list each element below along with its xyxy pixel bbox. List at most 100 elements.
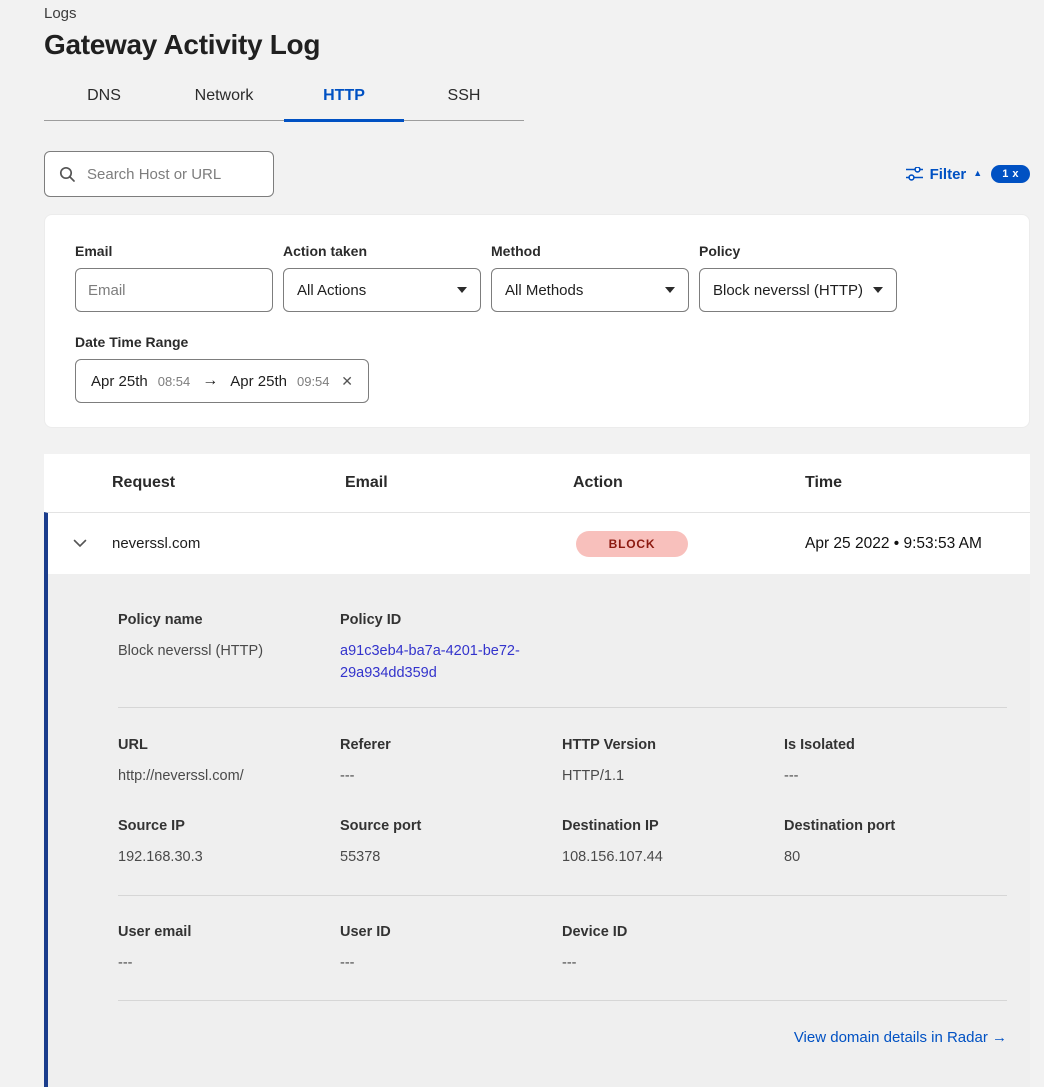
filter-controls: Filter ▲ 1 x	[906, 165, 1030, 183]
device-id-value: ---	[562, 953, 784, 975]
divider	[118, 707, 1007, 708]
block-status-badge: BLOCK	[576, 531, 688, 557]
http-version-field: HTTP Version HTTP/1.1	[562, 737, 784, 788]
col-header-action: Action	[573, 474, 805, 492]
user-email-value: ---	[118, 953, 340, 975]
filter-panel: Email Action taken All Actions Method Al…	[44, 214, 1030, 428]
device-id-field: Device ID ---	[562, 924, 784, 975]
user-id-field: User ID ---	[340, 924, 562, 975]
search-box[interactable]	[44, 151, 274, 197]
source-ip-field: Source IP 192.168.30.3	[118, 818, 340, 869]
range-start-date: Apr 25th	[91, 373, 148, 390]
row-time: Apr 25 2022 • 9:53:53 AM	[805, 535, 1030, 553]
user-section: User email --- User ID --- Device ID ---	[118, 924, 1007, 975]
url-value: http://neverssl.com/	[118, 766, 340, 788]
tab-ssh[interactable]: SSH	[404, 77, 524, 120]
action-taken-select[interactable]: All Actions	[283, 268, 481, 312]
arrow-right-icon: →	[200, 372, 220, 390]
referer-label: Referer	[340, 737, 562, 753]
method-value: All Methods	[505, 282, 583, 299]
date-range-picker[interactable]: Apr 25th 08:54 → Apr 25th 09:54 ✕	[75, 359, 369, 403]
chevron-down-icon	[665, 287, 675, 293]
range-end-time: 09:54	[297, 374, 330, 389]
row-action: BLOCK	[573, 531, 805, 557]
range-start-time: 08:54	[158, 374, 191, 389]
policy-field: Policy Block neverssl (HTTP)	[699, 243, 897, 312]
destination-ip-value: 108.156.107.44	[562, 847, 784, 869]
divider	[118, 895, 1007, 896]
network-section: Source IP 192.168.30.3 Source port 55378…	[118, 818, 1007, 869]
action-taken-value: All Actions	[297, 282, 366, 299]
source-port-field: Source port 55378	[340, 818, 562, 869]
row-request: neverssl.com	[112, 535, 345, 552]
activity-log-table: Request Email Action Time neverssl.com B…	[44, 454, 1030, 1087]
policy-id-label: Policy ID	[340, 612, 562, 628]
filter-count-badge: 1 x	[991, 165, 1030, 183]
http-version-label: HTTP Version	[562, 737, 784, 753]
row-expand-button[interactable]	[48, 539, 112, 548]
page-title: Gateway Activity Log	[44, 29, 1030, 61]
is-isolated-value: ---	[784, 766, 1007, 788]
user-id-label: User ID	[340, 924, 562, 940]
toolbar: Filter ▲ 1 x	[44, 151, 1030, 197]
user-email-field: User email ---	[118, 924, 340, 975]
tab-network[interactable]: Network	[164, 77, 284, 120]
policy-name-label: Policy name	[118, 612, 340, 628]
policy-label: Policy	[699, 243, 897, 259]
tab-http[interactable]: HTTP	[284, 77, 404, 120]
method-select[interactable]: All Methods	[491, 268, 689, 312]
breadcrumb[interactable]: Logs	[44, 0, 1030, 22]
radar-details-link[interactable]: View domain details in Radar →	[794, 1029, 1007, 1046]
source-ip-label: Source IP	[118, 818, 340, 834]
divider	[118, 1000, 1007, 1001]
method-label: Method	[491, 243, 689, 259]
user-email-label: User email	[118, 924, 340, 940]
email-filter-input[interactable]	[75, 268, 273, 312]
url-field: URL http://neverssl.com/	[118, 737, 340, 788]
destination-port-value: 80	[784, 847, 1007, 869]
referer-field: Referer ---	[340, 737, 562, 788]
policy-value: Block neverssl (HTTP)	[713, 282, 863, 299]
log-type-tabs: DNS Network HTTP SSH	[44, 77, 524, 121]
action-taken-field: Action taken All Actions	[283, 243, 481, 312]
radar-link-row: View domain details in Radar →	[118, 1029, 1007, 1047]
filter-sliders-icon	[906, 167, 923, 181]
is-isolated-label: Is Isolated	[784, 737, 1007, 753]
policy-id-link[interactable]: a91c3eb4-ba7a-4201-be72-29a934dd359d	[340, 641, 530, 685]
http-section: URL http://neverssl.com/ Referer --- HTT…	[118, 737, 1007, 788]
col-header-time: Time	[805, 474, 1030, 492]
email-filter-label: Email	[75, 243, 273, 259]
row-expanded-details: Policy name Block neverssl (HTTP) Policy…	[44, 574, 1030, 1087]
http-version-value: HTTP/1.1	[562, 766, 784, 788]
policy-id-field: Policy ID a91c3eb4-ba7a-4201-be72-29a934…	[340, 612, 562, 685]
destination-ip-label: Destination IP	[562, 818, 784, 834]
table-header-row: Request Email Action Time	[44, 454, 1030, 512]
col-header-email: Email	[345, 474, 573, 492]
search-input[interactable]	[85, 165, 260, 184]
policy-name-field: Policy name Block neverssl (HTTP)	[118, 612, 340, 685]
chevron-down-icon	[457, 287, 467, 293]
action-taken-label: Action taken	[283, 243, 481, 259]
destination-port-field: Destination port 80	[784, 818, 1007, 869]
tab-dns[interactable]: DNS	[44, 77, 164, 120]
user-id-value: ---	[340, 953, 562, 975]
email-filter-field: Email	[75, 243, 273, 312]
filter-toggle-button[interactable]: Filter ▲	[906, 166, 983, 183]
col-header-request: Request	[112, 474, 345, 492]
policy-select[interactable]: Block neverssl (HTTP)	[699, 268, 897, 312]
range-end-date: Apr 25th	[230, 373, 287, 390]
filter-label: Filter	[930, 166, 967, 183]
clear-date-range-icon[interactable]: ✕	[341, 373, 353, 390]
referer-value: ---	[340, 766, 562, 788]
table-row[interactable]: neverssl.com BLOCK Apr 25 2022 • 9:53:53…	[44, 512, 1030, 574]
radar-link-text: View domain details in Radar	[794, 1029, 988, 1046]
arrow-right-icon: →	[992, 1029, 1007, 1046]
destination-ip-field: Destination IP 108.156.107.44	[562, 818, 784, 869]
page: Logs Gateway Activity Log DNS Network HT…	[44, 0, 1030, 1087]
device-id-label: Device ID	[562, 924, 784, 940]
destination-port-label: Destination port	[784, 818, 1007, 834]
search-icon	[58, 165, 76, 183]
url-label: URL	[118, 737, 340, 753]
chevron-down-icon	[873, 287, 883, 293]
date-time-range-label: Date Time Range	[75, 334, 999, 350]
